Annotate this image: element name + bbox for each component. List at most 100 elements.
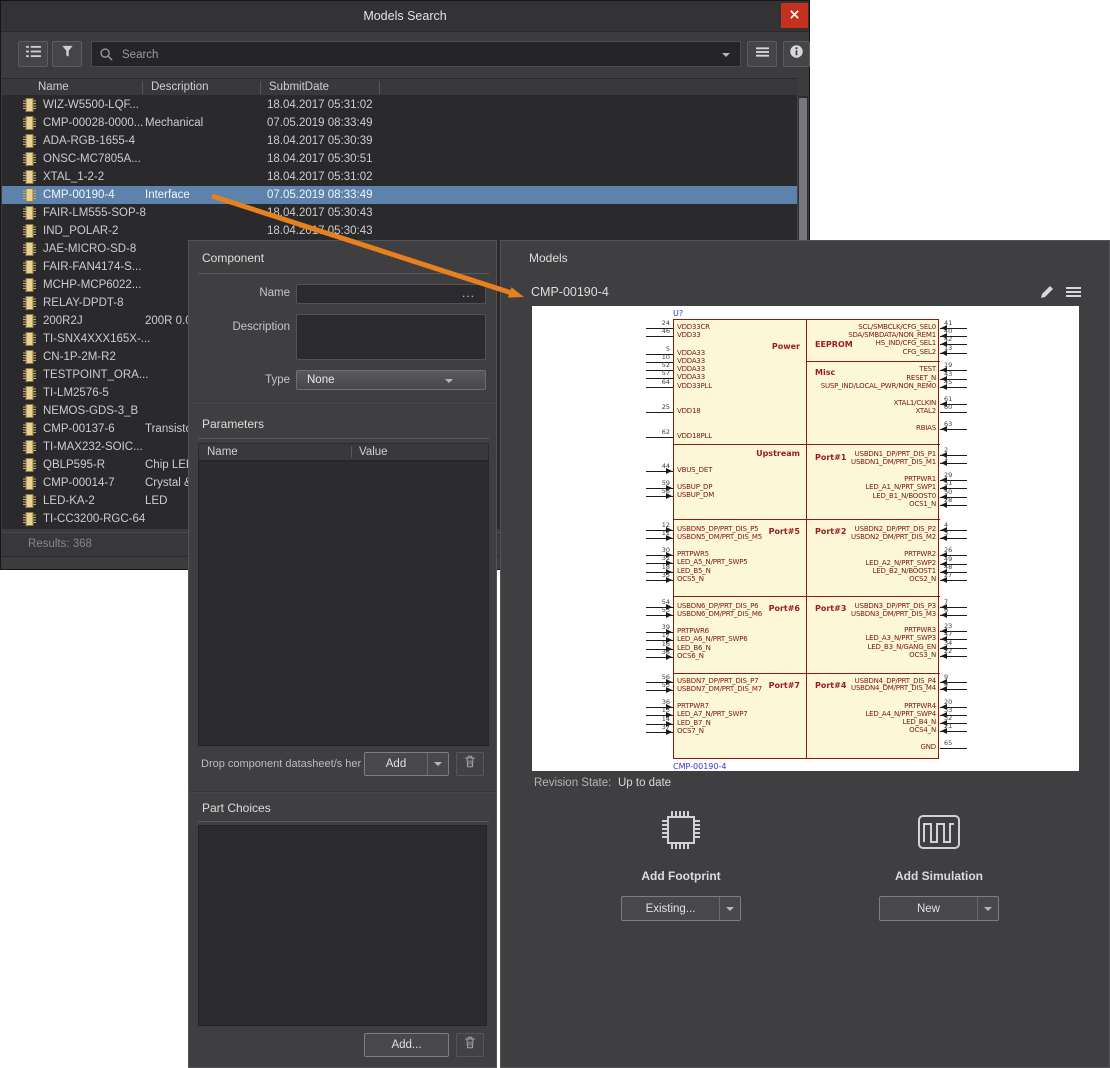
symbol-designator: U?	[673, 309, 684, 318]
add-part-choice-button[interactable]: Add...	[364, 1033, 449, 1057]
column-divider[interactable]	[142, 81, 143, 94]
model-menu-icon[interactable]	[1065, 286, 1082, 304]
window-titlebar[interactable]: Models Search	[1, 1, 809, 32]
param-column-value[interactable]: Value	[359, 446, 388, 458]
name-field[interactable]: ...	[296, 284, 486, 304]
filter-funnel-icon	[60, 44, 75, 64]
pin-name: LED_A1_N/PRT_SWP1	[865, 483, 936, 491]
pin-number: 46	[661, 327, 670, 335]
column-divider[interactable]	[379, 81, 380, 94]
pin-name: OCS1_N	[909, 500, 936, 508]
pin-number: 30	[661, 546, 670, 554]
param-column-name[interactable]: Name	[207, 446, 238, 458]
schematic-symbol-preview[interactable]: U? CMP-00190-4 Power EEPROM Misc Upstream Port…	[532, 306, 1079, 771]
close-button[interactable]	[781, 3, 808, 28]
symbol-divider	[806, 361, 940, 362]
pin-arrow-icon	[941, 653, 947, 659]
chevron-down-icon[interactable]	[978, 906, 998, 911]
filter-button[interactable]	[52, 41, 82, 67]
edit-pencil-icon[interactable]	[1039, 284, 1055, 305]
pin-number: 28	[944, 496, 953, 504]
table-header[interactable]: Name Description SubmitDate	[2, 78, 797, 96]
symbol-footer-label: CMP-00190-4	[673, 762, 727, 771]
search-box[interactable]	[91, 41, 741, 67]
row-name: NEMOS-GDS-3_B	[43, 405, 139, 417]
column-header-description[interactable]: Description	[151, 81, 209, 93]
search-dropdown-icon[interactable]	[722, 53, 730, 57]
footprint-chip-icon	[659, 807, 703, 858]
table-row[interactable]: ADA-RGB-1655-4 18.04.2017 05:30:39	[2, 132, 797, 150]
row-date: 18.04.2017 05:31:02	[267, 99, 373, 111]
component-panel: Component Name ... Description Type None…	[188, 240, 497, 1068]
component-icon	[23, 512, 36, 532]
pin-arrow-icon	[941, 460, 947, 466]
pin-name: VDD18PLL	[677, 432, 712, 440]
chevron-down-icon[interactable]	[720, 906, 740, 911]
models-panel-title: Models	[529, 251, 568, 265]
close-icon	[789, 7, 800, 25]
search-input[interactable]	[120, 43, 704, 67]
table-row[interactable]: FAIR-LM555-SOP-8 18.04.2017 05:30:43	[2, 204, 797, 222]
drop-datasheet-hint: Drop component datasheet/s here	[201, 758, 361, 770]
table-row[interactable]: IND_POLAR-2 18.04.2017 05:30:43	[2, 222, 797, 240]
row-name: IND_POLAR-2	[43, 225, 119, 237]
results-count: Results: 368	[28, 538, 92, 550]
parameters-panel-title: Parameters	[202, 417, 265, 431]
pin-number: 61	[944, 395, 953, 403]
pin-number: 12	[661, 521, 670, 529]
row-name: TI-SNX4XXX165X-...	[43, 333, 151, 345]
list-view-button[interactable]	[18, 41, 48, 67]
add-simulation-button[interactable]: New	[879, 896, 999, 921]
pin-number: 54	[661, 598, 670, 606]
table-row[interactable]: CMP-00028-0000... Mechanical 07.05.2019 08…	[2, 114, 797, 132]
chevron-down-icon	[445, 379, 453, 383]
add-datasheet-button[interactable]: Add	[364, 752, 449, 776]
browse-dots-icon[interactable]: ...	[462, 286, 475, 300]
pin-arrow-icon	[941, 384, 947, 390]
row-name: TI-CC3200-RGC-64	[43, 513, 146, 525]
menu-button[interactable]	[747, 41, 777, 67]
parameters-list[interactable]	[198, 461, 489, 746]
description-label: Description	[232, 321, 290, 333]
delete-part-choice-button[interactable]	[456, 1033, 484, 1057]
section-divider	[189, 791, 496, 793]
pin-name: OCS5_N	[677, 575, 704, 583]
row-name: CMP-00014-7	[43, 477, 115, 489]
column-divider[interactable]	[351, 446, 352, 458]
column-header-submitdate[interactable]: SubmitDate	[269, 81, 329, 93]
pin-line	[940, 412, 967, 413]
revision-state-label: Revision State:	[534, 777, 612, 789]
description-field[interactable]	[296, 314, 486, 360]
section-divider	[189, 401, 496, 403]
chevron-down-icon[interactable]	[428, 762, 448, 766]
column-divider[interactable]	[260, 81, 261, 94]
name-label: Name	[259, 287, 290, 299]
pin-arrow-icon	[666, 687, 672, 693]
delete-datasheet-button[interactable]	[456, 752, 484, 776]
table-row[interactable]: ONSC-MC7805A... 18.04.2017 05:30:51	[2, 150, 797, 168]
add-footprint-button[interactable]: Existing...	[621, 896, 741, 921]
info-button[interactable]	[783, 41, 810, 67]
pin-number: 19	[944, 361, 953, 369]
pin-name: VDDA33	[677, 373, 705, 381]
column-header-name[interactable]: Name	[38, 81, 69, 93]
table-row[interactable]: CMP-00190-4 Interface 07.05.2019 08:33:49	[2, 186, 797, 204]
pin-number: 32	[944, 714, 953, 722]
table-row[interactable]: XTAL_1-2-2 18.04.2017 05:31:02	[2, 168, 797, 186]
pin-number: 59	[661, 479, 670, 487]
pin-name: HS_IND/CFG_SEL1	[875, 339, 937, 347]
table-row[interactable]: WIZ-W5500-LQF... 18.04.2017 05:31:02	[2, 96, 797, 114]
pin-number: 64	[661, 378, 670, 386]
row-name: LED-KA-2	[43, 495, 95, 507]
parameters-header[interactable]: Name Value	[198, 443, 489, 461]
row-name: TI-LM2576-5	[43, 387, 109, 399]
trash-icon	[463, 1035, 477, 1055]
pin-number: 39	[661, 623, 670, 631]
pin-number: 29	[944, 471, 953, 479]
pin-name: USBDN5_DM/PRT_DIS_M5	[677, 533, 762, 541]
divider	[198, 438, 489, 439]
part-choices-list[interactable]	[198, 825, 487, 1026]
pin-line	[940, 748, 967, 749]
pin-arrow-icon	[666, 729, 672, 735]
type-dropdown[interactable]: None	[296, 370, 486, 390]
